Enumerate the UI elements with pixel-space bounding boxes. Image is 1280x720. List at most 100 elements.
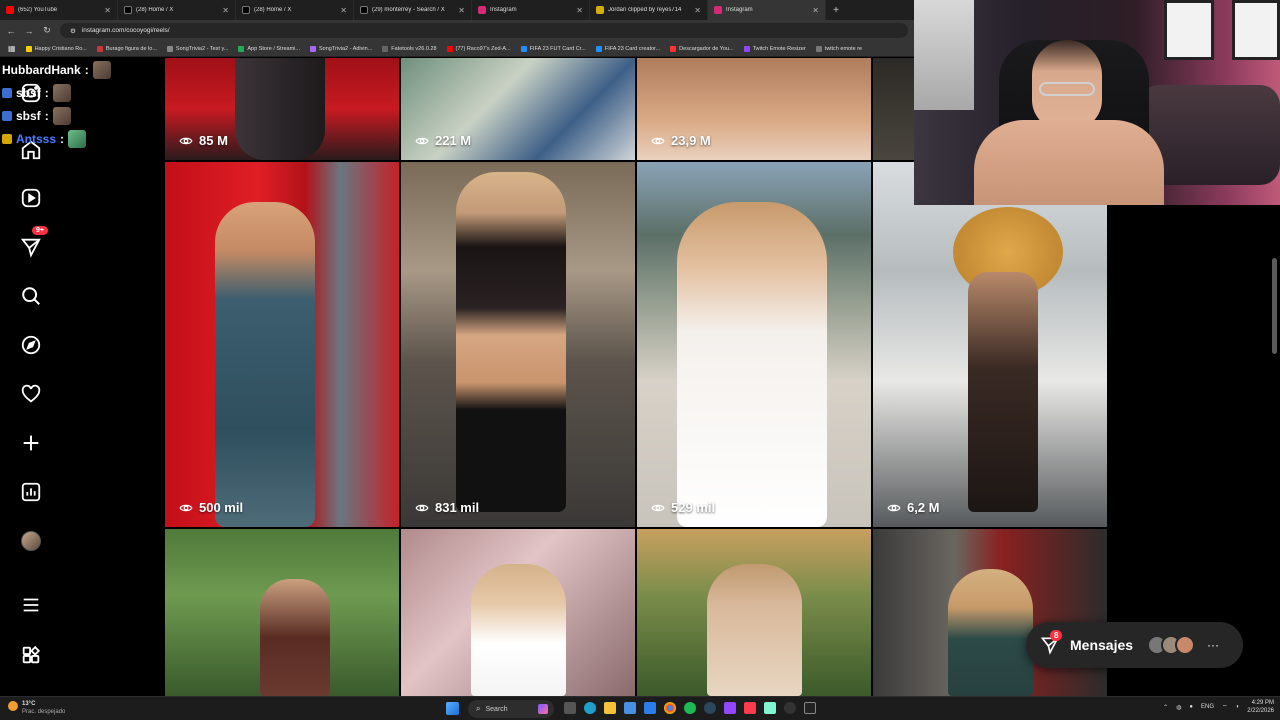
clock[interactable]: 4:29 PM 2/22/2026 (1247, 699, 1274, 715)
bookmark[interactable]: Burago figura de lo... (96, 45, 157, 52)
streamlabs-icon[interactable] (764, 702, 776, 714)
chat-message: HubbardHank: (2, 58, 162, 81)
browser-tab[interactable]: (29) monterrey - Search / X ✕ (354, 0, 472, 20)
thumbnail-figure (677, 202, 827, 527)
browser-tab[interactable]: Jordan clipped by reyes714 ✕ (590, 0, 708, 20)
bookmark[interactable]: FIFA 23 FUT Card Cr... (520, 45, 586, 52)
reel-thumbnail[interactable]: 529 mil (637, 162, 871, 527)
bookmark[interactable]: Fatetools v26.0.28 (382, 45, 437, 52)
edge-icon[interactable] (584, 702, 596, 714)
search-label: Search (485, 705, 508, 713)
close-tab-icon[interactable]: ✕ (104, 6, 111, 15)
close-tab-icon[interactable]: ✕ (458, 6, 465, 15)
reel-thumbnail[interactable] (873, 529, 1107, 696)
close-tab-icon[interactable]: ✕ (694, 6, 701, 15)
reels-icon[interactable] (18, 185, 44, 211)
new-tab-button[interactable]: + (826, 5, 846, 16)
thumbnail-figure (215, 202, 315, 527)
bookmark[interactable]: FIFA 23 Card creator... (595, 45, 660, 52)
store-icon[interactable] (624, 702, 636, 714)
twitter-badge-icon (2, 87, 12, 98)
chevron-up-icon[interactable]: ⌃ (1163, 704, 1168, 711)
reel-thumbnail[interactable] (401, 529, 635, 696)
volume-icon[interactable]: ◖ (1236, 704, 1240, 710)
site-info-icon[interactable]: ⚙ (70, 27, 76, 35)
dashboard-icon[interactable] (18, 479, 44, 505)
back-arrow-icon[interactable]: ← (6, 26, 16, 36)
bookmark-label: SongTrivia2 - Test y... (175, 45, 229, 52)
reel-thumbnail[interactable] (165, 529, 399, 696)
bookmark[interactable]: Happy Cristiano Ro... (25, 45, 87, 52)
reel-thumbnail[interactable]: 85 M (165, 58, 399, 160)
forward-arrow-icon[interactable]: → (24, 26, 34, 36)
search-icon[interactable] (18, 283, 44, 309)
bookmark-favicon-icon (520, 45, 527, 52)
close-tab-icon[interactable]: ✕ (812, 6, 819, 15)
chat-username: HubbardHank (2, 62, 81, 77)
language-indicator[interactable]: ENG (1201, 704, 1214, 710)
spotify-icon[interactable] (684, 702, 696, 714)
menu-icon[interactable] (18, 592, 44, 618)
close-tab-icon[interactable]: ✕ (222, 6, 229, 15)
browser-tab[interactable]: (28) Home / X ✕ (236, 0, 354, 20)
bookmark-favicon-icon (595, 45, 602, 52)
steam-icon[interactable] (704, 702, 716, 714)
reel-thumbnail[interactable]: 6,2 M (873, 162, 1107, 527)
microphone-icon[interactable]: ● (1189, 704, 1193, 710)
task-view-icon[interactable] (564, 702, 576, 714)
chat-colon: : (44, 85, 49, 100)
bookmark[interactable]: SongTrivia2 - Test y... (166, 45, 229, 52)
network-icon[interactable]: ◍ (1176, 704, 1181, 711)
bookmark-favicon-icon (309, 45, 316, 52)
more-apps-icon[interactable] (18, 642, 44, 668)
twitch-icon[interactable] (724, 702, 736, 714)
message-avatars (1147, 635, 1196, 655)
chat-username: sbsf (16, 108, 41, 123)
chrome-icon[interactable] (664, 702, 676, 714)
bookmark[interactable]: SongTrivia2 - Adivin... (309, 45, 372, 52)
bookmark[interactable]: Twitch Emote Resizer (743, 45, 806, 52)
reel-thumbnail[interactable]: 221 M (401, 58, 635, 160)
view-count: 6,2 M (887, 500, 940, 515)
create-plus-icon[interactable] (18, 430, 44, 456)
url-text: instagram.com/cocoyogi/reels/ (81, 27, 170, 34)
reel-thumbnail[interactable]: 23,9 M (637, 58, 871, 160)
browser-tab[interactable]: Instagram ✕ (472, 0, 590, 20)
browser-tab[interactable]: (28) Home / X ✕ (118, 0, 236, 20)
reel-thumbnail[interactable]: 500 mil (165, 162, 399, 527)
glasses-icon (1039, 82, 1095, 96)
terminal-icon[interactable] (804, 702, 816, 714)
tab-title: (652) YouTube (18, 7, 58, 13)
messages-button[interactable]: 8 Mensajes ··· (1026, 622, 1243, 668)
tab-title: Instagram (490, 7, 517, 13)
browser-tab-active[interactable]: Instagram ✕ (708, 0, 826, 20)
clock-time: 4:29 PM (1251, 700, 1274, 706)
obs-icon[interactable] (784, 702, 796, 714)
bookmark[interactable]: Descargador de You... (670, 45, 734, 52)
reel-thumbnail[interactable] (637, 529, 871, 696)
page-scrollbar[interactable] (1272, 258, 1277, 354)
explore-icon[interactable] (18, 332, 44, 358)
music-icon[interactable] (744, 702, 756, 714)
file-explorer-icon[interactable] (604, 702, 616, 714)
profile-avatar[interactable] (18, 528, 44, 554)
bookmark[interactable]: (77) Raco97's Zed-A... (446, 45, 511, 52)
bookmark[interactable]: App Store / Streami... (238, 45, 300, 52)
reel-thumbnail[interactable]: 831 mil (401, 162, 635, 527)
heart-icon[interactable] (18, 381, 44, 407)
weather-widget[interactable]: 13°C Prac. despejado (8, 700, 65, 716)
close-tab-icon[interactable]: ✕ (576, 6, 583, 15)
wifi-icon[interactable]: ⌔ (1222, 703, 1228, 711)
windows-start-icon[interactable] (446, 702, 459, 715)
mail-icon[interactable] (644, 702, 656, 714)
direct-messages-icon[interactable]: 9+ (18, 226, 48, 260)
apps-grid-icon[interactable]: ▦ (8, 44, 16, 53)
reload-icon[interactable]: ↻ (42, 25, 52, 36)
bookmark[interactable]: twitch emote re (815, 45, 862, 52)
close-tab-icon[interactable]: ✕ (340, 6, 347, 15)
browser-tab[interactable]: (652) YouTube ✕ (0, 0, 118, 20)
curtain (914, 0, 974, 110)
messages-count-badge: 8 (1050, 630, 1063, 641)
taskbar-search[interactable]: ⌕ Search (468, 700, 554, 718)
address-input[interactable]: ⚙ instagram.com/cocoyogi/reels/ (60, 23, 908, 38)
